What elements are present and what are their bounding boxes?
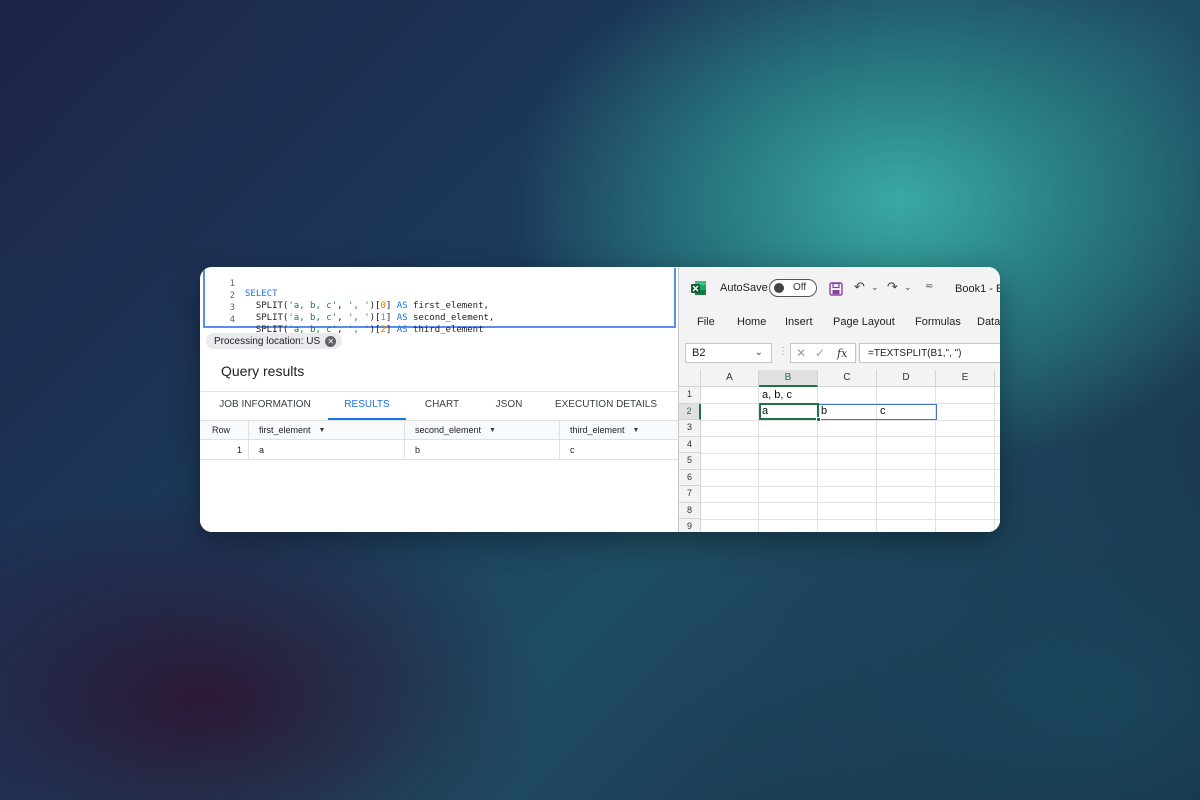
formula-buttons: ✕ ✓ fx (790, 343, 856, 363)
autosave-label: AutoSave (720, 282, 768, 294)
customize-toolbar-icon[interactable]: ≂ (925, 281, 933, 292)
excel-logo-icon (691, 281, 706, 295)
results-tabs: JOB INFORMATION RESULTS CHART JSON EXECU… (200, 392, 678, 420)
close-icon[interactable]: ✕ (325, 335, 337, 347)
screenshot-card: 1 SELECT 2 SPLIT('a, b, c', ', ')[0] AS … (200, 267, 1000, 532)
cell-c2[interactable]: b (821, 405, 827, 417)
chevron-down-icon[interactable]: ⌄ (904, 282, 912, 293)
code-text: SELECT (245, 289, 278, 299)
menu-file[interactable]: File (697, 316, 715, 328)
sort-caret-icon[interactable]: ▼ (633, 427, 640, 434)
column-header-f[interactable] (995, 370, 1000, 387)
query-results-title: Query results (221, 363, 305, 379)
chevron-down-icon[interactable]: ⌄ (755, 347, 763, 358)
column-header-c[interactable]: C (818, 370, 877, 387)
table-row: 1 a b c (200, 440, 678, 460)
row-header[interactable]: 5 (679, 453, 701, 470)
row-header[interactable]: 9 (679, 519, 701, 532)
workbook-title: Book1 - E (955, 283, 1000, 295)
cell-d2[interactable]: c (880, 405, 886, 417)
bigquery-panel: 1 SELECT 2 SPLIT('a, b, c', ', ')[0] AS … (200, 267, 678, 532)
tab-results[interactable]: RESULTS (328, 392, 406, 420)
column-header-label: second_element (415, 425, 482, 435)
menu-insert[interactable]: Insert (785, 316, 813, 328)
code-text: SPLIT('a, b, c', ', ')[0] AS first_eleme… (245, 301, 489, 311)
column-header-a[interactable]: A (701, 370, 759, 387)
gridline (701, 469, 1000, 470)
autosave-toggle[interactable]: Off (769, 279, 817, 297)
spreadsheet-grid[interactable]: A B C D E 1 2 3 4 5 6 7 8 9 a, b, c a b … (679, 370, 1000, 532)
excel-title-bar: AutoSave Off ↶ ⌄ ↷ ⌄ ≂ Book1 - E File Ho… (679, 267, 1000, 347)
column-header-row: Row (212, 425, 231, 435)
gridline (701, 485, 1000, 487)
processing-location-chip[interactable]: Processing location: US ✕ (206, 333, 343, 349)
tab-chart[interactable]: CHART (414, 392, 470, 420)
row-number: 1 (236, 444, 242, 455)
sort-caret-icon[interactable]: ▼ (489, 427, 496, 434)
menu-page-layout[interactable]: Page Layout (833, 316, 895, 328)
cell-second-element[interactable]: b (404, 440, 559, 459)
name-box-value: B2 (692, 347, 706, 359)
row-header[interactable]: 3 (679, 420, 701, 437)
fill-handle[interactable] (816, 417, 821, 422)
row-header[interactable]: 6 (679, 469, 701, 486)
row-header[interactable]: 8 (679, 502, 701, 519)
row-header[interactable]: 7 (679, 486, 701, 503)
save-icon[interactable] (829, 282, 843, 296)
tab-json[interactable]: JSON (482, 392, 536, 420)
gridline (701, 436, 1000, 437)
tab-job-information[interactable]: JOB INFORMATION (210, 392, 320, 420)
column-header-b[interactable]: B (759, 370, 818, 387)
column-header-label: third_element (570, 425, 625, 435)
results-table-header: Row first_element ▼ second_element ▼ third… (200, 421, 678, 440)
column-header-label: first_element (259, 425, 311, 435)
code-line: 4 SPLIT('a, b, c', ', ')[2] AS third_ele… (205, 305, 484, 335)
excel-panel: AutoSave Off ↶ ⌄ ↷ ⌄ ≂ Book1 - E File Ho… (678, 267, 1000, 532)
cell-b2[interactable]: a (762, 405, 768, 417)
cancel-icon[interactable]: ✕ (796, 346, 806, 360)
toggle-knob (774, 283, 784, 293)
name-box[interactable]: B2 ⌄ (685, 343, 772, 363)
keyword-select: SELECT (245, 289, 278, 299)
check-icon[interactable]: ✓ (815, 346, 825, 360)
code-line: 2 SPLIT('a, b, c', ', ')[0] AS first_ele… (205, 281, 489, 311)
spill-range-border (818, 404, 937, 420)
redo-icon[interactable]: ↷ (887, 279, 898, 295)
insert-function-icon[interactable]: fx (837, 347, 847, 360)
more-icon: ⋮ (778, 346, 788, 357)
menu-data[interactable]: Data (977, 316, 1000, 328)
column-header-first-element[interactable]: first_element ▼ (248, 421, 404, 439)
column-header-d[interactable]: D (877, 370, 936, 387)
processing-location-label: Processing location: US (214, 335, 321, 347)
gridline (701, 518, 1000, 520)
column-header-e[interactable]: E (936, 370, 995, 387)
row-header[interactable]: 4 (679, 436, 701, 453)
row-header[interactable]: 2 (679, 403, 701, 420)
cell-third-element[interactable]: c (559, 440, 678, 459)
select-all-corner[interactable] (679, 370, 701, 387)
row-header[interactable]: 1 (679, 387, 701, 404)
sort-caret-icon[interactable]: ▼ (319, 427, 326, 434)
gridline (994, 387, 995, 532)
sql-editor[interactable]: 1 SELECT 2 SPLIT('a, b, c', ', ')[0] AS … (203, 268, 676, 335)
cell-first-element[interactable]: a (248, 440, 404, 459)
formula-bar[interactable]: =TEXTSPLIT(B1,", ") (859, 343, 1000, 363)
toggle-state-label: Off (793, 282, 807, 293)
chevron-down-icon[interactable]: ⌄ (871, 282, 879, 293)
code-line: 3 SPLIT('a, b, c', ', ')[1] AS second_el… (205, 293, 495, 323)
tab-execution-details[interactable]: EXECUTION DETAILS (550, 392, 662, 420)
line-number: 4 (229, 315, 235, 325)
code-text: SPLIT('a, b, c', ', ')[1] AS second_elem… (245, 313, 495, 323)
code-line: 1 SELECT (205, 269, 278, 299)
column-header-second-element[interactable]: second_element ▼ (404, 421, 559, 439)
gridline (701, 452, 1000, 454)
gridline (701, 502, 1000, 503)
column-header-third-element[interactable]: third_element ▼ (559, 421, 678, 439)
cell-b1[interactable]: a, b, c (762, 389, 792, 401)
menu-home[interactable]: Home (737, 316, 766, 328)
undo-icon[interactable]: ↶ (854, 279, 865, 295)
menu-formulas[interactable]: Formulas (915, 316, 961, 328)
